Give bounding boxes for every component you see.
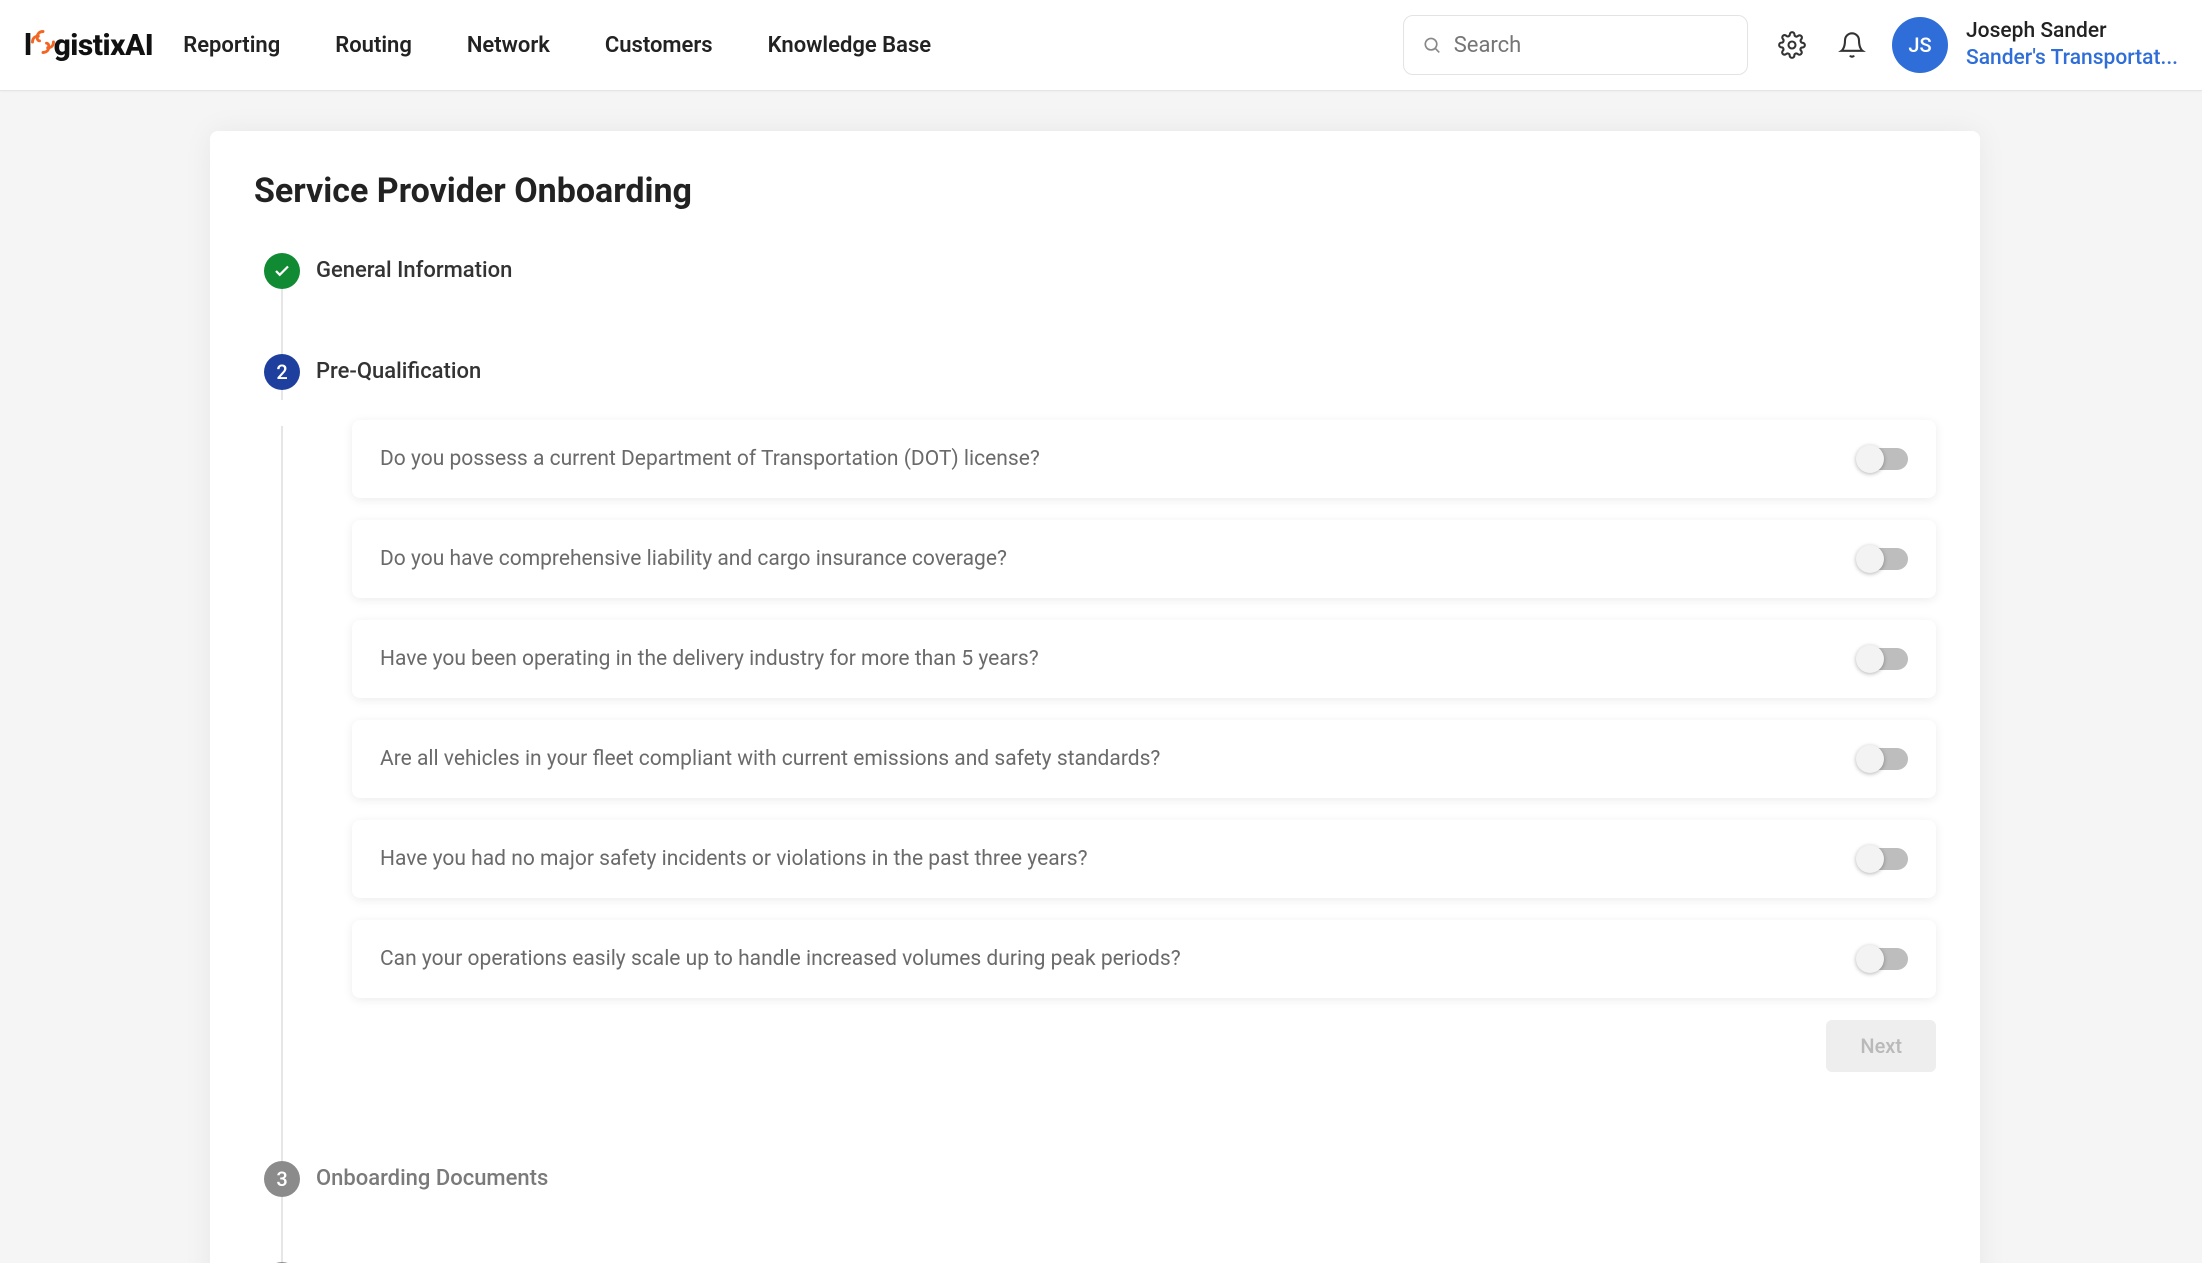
question-text: Can your operations easily scale up to h… [380, 947, 1181, 971]
check-icon [264, 253, 300, 289]
step-number-badge: 2 [264, 354, 300, 390]
nav-network[interactable]: Network [467, 33, 550, 58]
nav-routing[interactable]: Routing [335, 33, 412, 58]
step-body-container: Do you possess a current Department of T… [264, 390, 1936, 1096]
question-row: Do you have comprehensive liability and … [352, 520, 1936, 598]
question-row: Have you had no major safety incidents o… [352, 820, 1936, 898]
user-avatar[interactable]: JS [1892, 17, 1948, 73]
user-org: Sander's Transportat... [1966, 45, 2178, 72]
search-input[interactable] [1454, 33, 1729, 58]
question-toggle[interactable] [1858, 848, 1908, 870]
step-connector [264, 289, 1936, 354]
question-row: Do you possess a current Department of T… [352, 420, 1936, 498]
search-icon [1422, 34, 1442, 56]
step-onboarding-documents[interactable]: 3 Onboarding Documents [264, 1161, 1936, 1197]
step-label: General Information [316, 253, 512, 289]
question-text: Do you possess a current Department of T… [380, 447, 1040, 471]
question-row: Can your operations easily scale up to h… [352, 920, 1936, 998]
question-text: Do you have comprehensive liability and … [380, 547, 1007, 571]
question-text: Have you had no major safety incidents o… [380, 847, 1088, 871]
settings-button[interactable] [1772, 25, 1812, 65]
question-toggle[interactable] [1858, 748, 1908, 770]
step-label: Onboarding Documents [316, 1161, 548, 1197]
step-connector [264, 1197, 1936, 1262]
gear-icon [1778, 31, 1806, 59]
main-nav: Reporting Routing Network Customers Know… [183, 33, 931, 58]
next-button-row: Next [352, 1020, 1936, 1072]
nav-reporting[interactable]: Reporting [183, 33, 280, 58]
bell-icon [1838, 31, 1866, 59]
question-row: Are all vehicles in your fleet compliant… [352, 720, 1936, 798]
step-label: Pre-Qualification [316, 354, 481, 390]
question-toggle[interactable] [1858, 948, 1908, 970]
step-connector [281, 426, 283, 1106]
app-header: l gistixAI Reporting Routing Network Cus… [0, 0, 2202, 91]
nav-knowledge-base[interactable]: Knowledge Base [768, 33, 932, 58]
question-toggle[interactable] [1858, 448, 1908, 470]
avatar-initials: JS [1908, 33, 1931, 57]
onboarding-card: Service Provider Onboarding General Info… [210, 131, 1980, 1263]
step-general-information[interactable]: General Information [264, 253, 1936, 289]
user-info[interactable]: Joseph Sander Sander's Transportat... [1966, 18, 2178, 73]
content-scroll[interactable]: Service Provider Onboarding General Info… [0, 91, 2202, 1263]
question-text: Are all vehicles in your fleet compliant… [380, 747, 1160, 771]
next-button[interactable]: Next [1826, 1020, 1936, 1072]
user-name: Joseph Sander [1966, 18, 2178, 45]
search-box[interactable] [1403, 15, 1748, 75]
questions-list: Do you possess a current Department of T… [352, 420, 1936, 1072]
app-logo: l gistixAI [24, 28, 153, 63]
notifications-button[interactable] [1832, 25, 1872, 65]
page-title: Service Provider Onboarding [254, 171, 1936, 211]
question-row: Have you been operating in the delivery … [352, 620, 1936, 698]
logo-swirl-icon [29, 28, 57, 62]
step-number-badge: 3 [264, 1161, 300, 1197]
logo-text-suffix: gistixAI [54, 28, 154, 63]
question-text: Have you been operating in the delivery … [380, 647, 1039, 671]
step-pre-qualification[interactable]: 2 Pre-Qualification [264, 354, 1936, 390]
question-toggle[interactable] [1858, 548, 1908, 570]
question-toggle[interactable] [1858, 648, 1908, 670]
nav-customers[interactable]: Customers [605, 33, 713, 58]
step-connector [264, 1096, 1936, 1161]
stepper: General Information 2 Pre-Qualification … [264, 253, 1936, 1263]
